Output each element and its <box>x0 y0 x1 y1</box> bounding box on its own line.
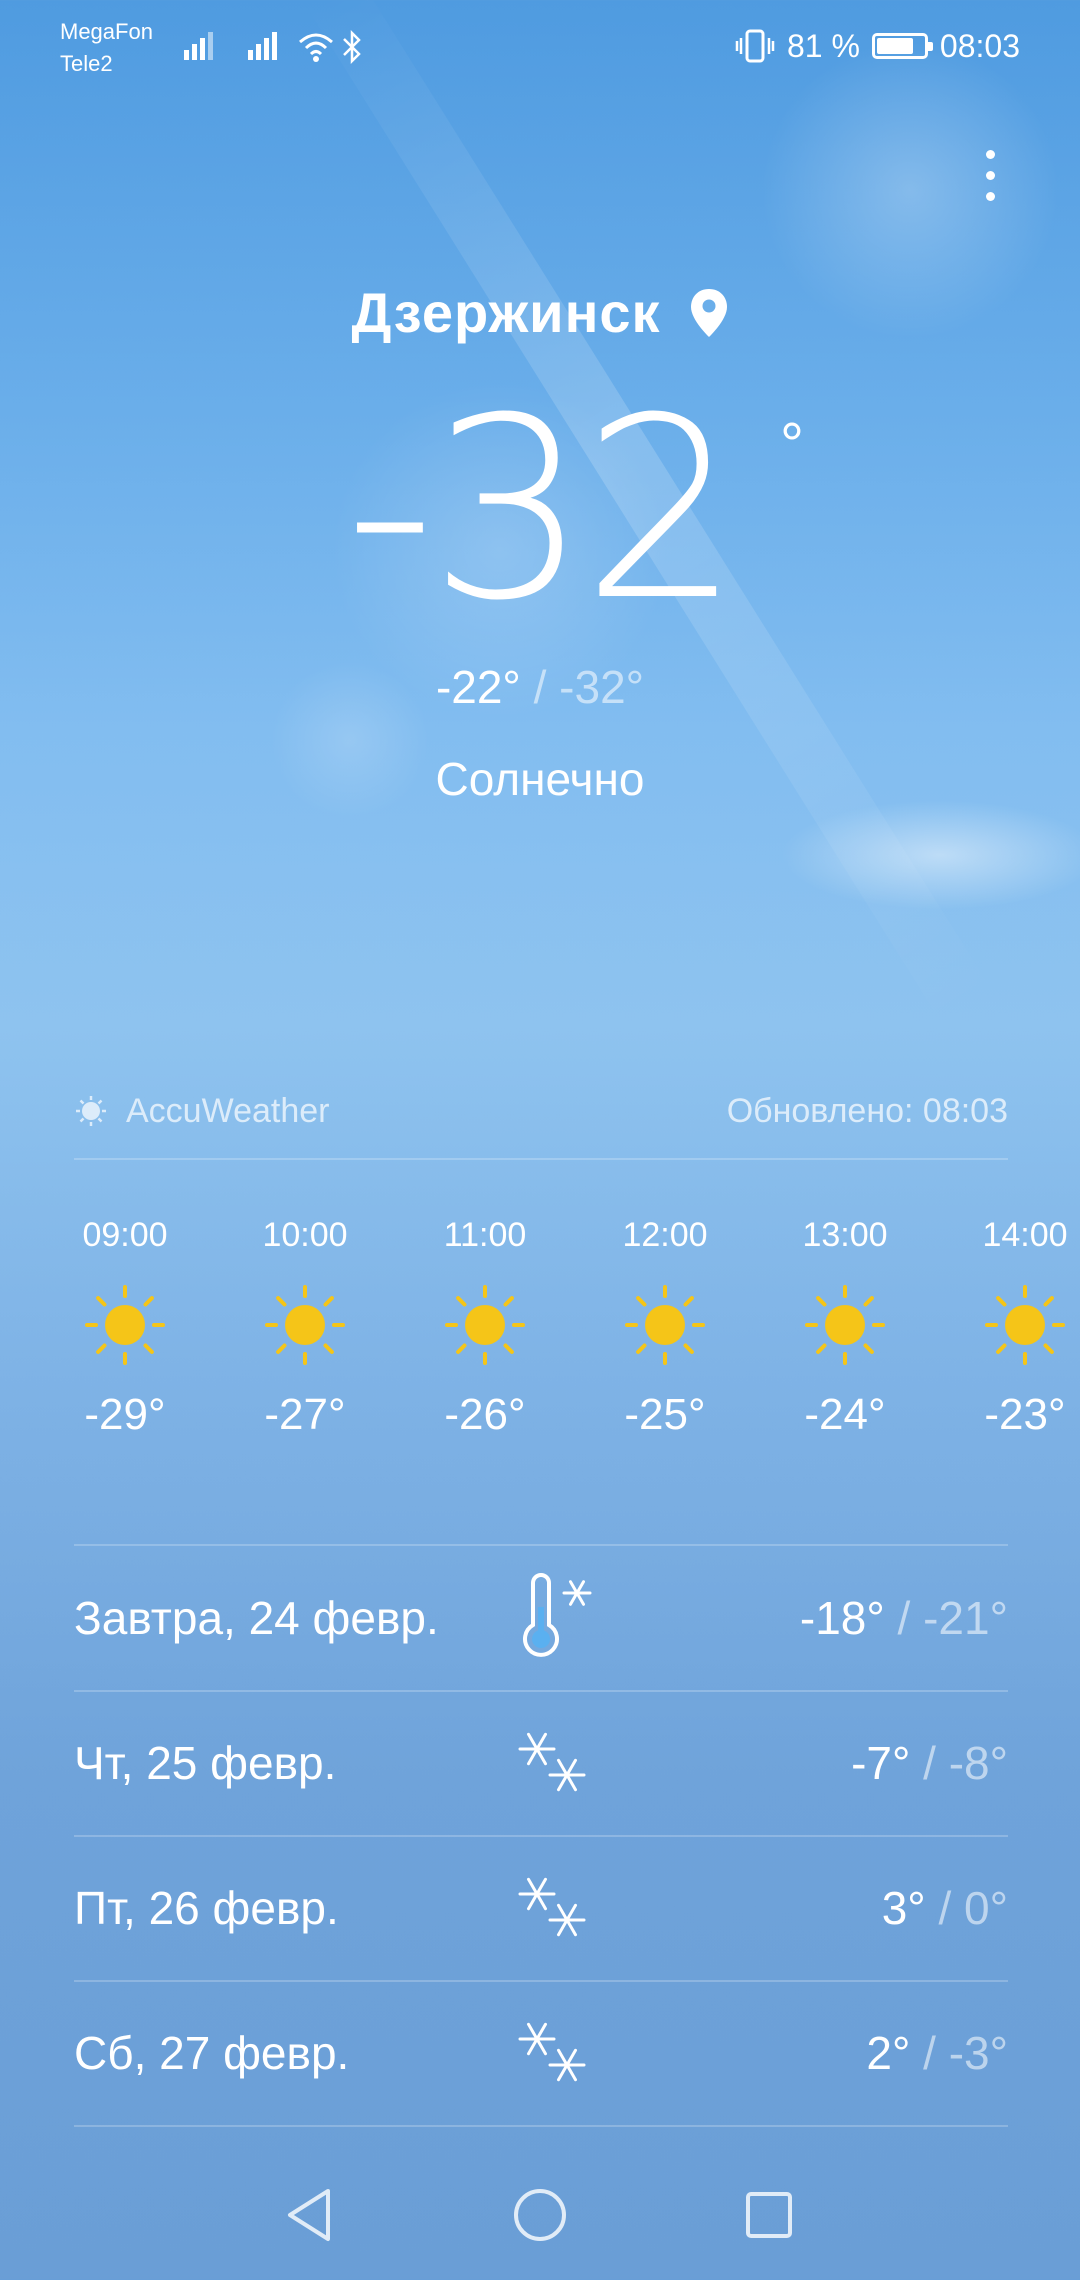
hourly-item: 11:00 -26° <box>395 1200 575 1450</box>
location-pin-icon <box>690 288 727 337</box>
snow-icon <box>494 2003 614 2103</box>
cold-thermometer-icon <box>494 1568 614 1668</box>
wifi-icon <box>299 33 333 62</box>
day-low: -21° <box>923 1592 1008 1644</box>
daily-forecast-row[interactable]: Пт, 26 февр. 3° / 0° <box>74 1836 1008 1980</box>
hourly-temperature: -24° <box>804 1390 886 1439</box>
hourly-time: 10:00 <box>262 1216 348 1254</box>
hourly-item: 13:00 -24° <box>755 1200 935 1450</box>
divider <box>74 2125 1008 2127</box>
hourly-item: 10:00 -27° <box>215 1200 395 1450</box>
more-options-button[interactable] <box>970 140 1010 210</box>
battery-icon <box>871 33 933 59</box>
day-high: 2° <box>866 2027 911 2079</box>
sun-icon <box>35 1270 215 1380</box>
sun-icon <box>215 1270 395 1380</box>
provider-name[interactable]: AccuWeather <box>126 1092 329 1131</box>
today-high-low: -22° / -32° <box>0 660 1080 714</box>
home-button[interactable] <box>505 2180 575 2250</box>
hourly-item: 09:00 -29° <box>35 1200 215 1450</box>
signal-strength-icon <box>184 32 213 60</box>
carrier-2: Tele2 <box>60 51 113 76</box>
day-low: -3° <box>948 2027 1008 2079</box>
hourly-forecast[interactable]: 09:00 -29° 10:00 -27° 11:00 -26° 12:00 -… <box>0 1200 1080 1500</box>
day-high: -7° <box>851 1737 911 1789</box>
recents-button[interactable] <box>734 2180 804 2250</box>
navigation-bar <box>0 2140 1080 2280</box>
day-label: Завтра, 24 февр. <box>74 1592 439 1644</box>
cloud-decoration <box>780 800 1080 910</box>
hourly-temperature: -25° <box>624 1390 706 1439</box>
hourly-temperature: -26° <box>444 1390 526 1439</box>
menu-dot-icon <box>985 149 995 159</box>
hourly-time: 14:00 <box>982 1216 1068 1254</box>
carrier-1: MegaFon <box>60 19 153 44</box>
menu-dot-icon <box>985 191 995 201</box>
day-label: Чт, 25 февр. <box>74 1737 337 1789</box>
hourly-temperature: -23° <box>984 1390 1066 1439</box>
today-low: -32° <box>559 661 645 713</box>
day-high: -18° <box>799 1592 885 1644</box>
hourly-time: 11:00 <box>443 1216 527 1254</box>
hourly-item: 14:00 -23° <box>935 1200 1080 1450</box>
hourly-temperature: -29° <box>84 1390 166 1439</box>
status-bar: MegaFon Tele2 81 % 08:03 <box>0 0 1080 96</box>
snow-icon <box>494 1713 614 1813</box>
sun-icon <box>395 1270 575 1380</box>
back-button[interactable] <box>274 2180 344 2250</box>
high-low-separator: / <box>520 661 560 713</box>
accuweather-logo-icon <box>76 1096 106 1126</box>
carrier-names: MegaFon Tele2 <box>60 16 153 80</box>
city-name[interactable]: Дзержинск <box>351 280 660 345</box>
battery-level-fill <box>876 38 914 54</box>
provider[interactable]: AccuWeather <box>74 1092 329 1131</box>
day-label: Сб, 27 февр. <box>74 2027 350 2079</box>
source-row: AccuWeather Обновлено: 08:03 <box>74 1086 1008 1136</box>
home-circle-icon <box>514 2189 566 2241</box>
hourly-item: 12:00 -25° <box>575 1200 755 1450</box>
sun-icon <box>755 1270 935 1380</box>
day-high-low: -7° / -8° <box>614 1736 1008 1790</box>
day-high-low: 3° / 0° <box>614 1881 1008 1935</box>
daily-forecast-row[interactable]: Сб, 27 февр. 2° / -3° <box>74 1981 1008 2125</box>
divider <box>74 1158 1008 1160</box>
updated-time: Обновлено: 08:03 <box>726 1091 1008 1130</box>
clock: 08:03 <box>939 27 1020 64</box>
high-low-separator: / <box>910 2027 949 2079</box>
hourly-time: 12:00 <box>622 1216 708 1254</box>
high-low-separator: / <box>925 1882 965 1934</box>
high-low-separator: / <box>884 1592 924 1644</box>
status-right: 81 % 08:03 <box>735 24 1020 68</box>
sun-icon <box>575 1270 755 1380</box>
back-triangle-icon <box>288 2189 330 2241</box>
day-low: 0° <box>964 1882 1008 1934</box>
today-high: -22° <box>435 661 521 713</box>
day-high: 3° <box>881 1882 926 1934</box>
day-high-low: 2° / -3° <box>614 2026 1008 2080</box>
daily-forecast-row[interactable]: Завтра, 24 февр. -18° / -21° <box>74 1546 1008 1690</box>
signal-strength-icon <box>248 32 277 60</box>
bluetooth-icon <box>343 30 361 64</box>
hourly-time: 09:00 <box>82 1216 168 1254</box>
current-temperature: -32 <box>344 364 741 655</box>
battery-percent: 81 % <box>786 27 860 64</box>
snow-icon <box>494 1858 614 1958</box>
location-header[interactable]: Дзержинск <box>0 280 1080 345</box>
menu-dot-icon <box>985 170 995 180</box>
hourly-time: 13:00 <box>802 1216 888 1254</box>
degree-symbol: ° <box>780 411 804 478</box>
day-label: Пт, 26 февр. <box>74 1882 339 1934</box>
vibrate-icon <box>735 29 775 63</box>
day-high-low: -18° / -21° <box>614 1591 1008 1645</box>
weather-condition: Солнечно <box>435 753 645 805</box>
recents-square-icon <box>746 2192 792 2238</box>
daily-forecast-row[interactable]: Чт, 25 февр. -7° / -8° <box>74 1691 1008 1835</box>
high-low-separator: / <box>910 1737 949 1789</box>
day-low: -8° <box>948 1737 1008 1789</box>
sun-icon <box>935 1270 1080 1380</box>
hourly-temperature: -27° <box>264 1390 346 1439</box>
